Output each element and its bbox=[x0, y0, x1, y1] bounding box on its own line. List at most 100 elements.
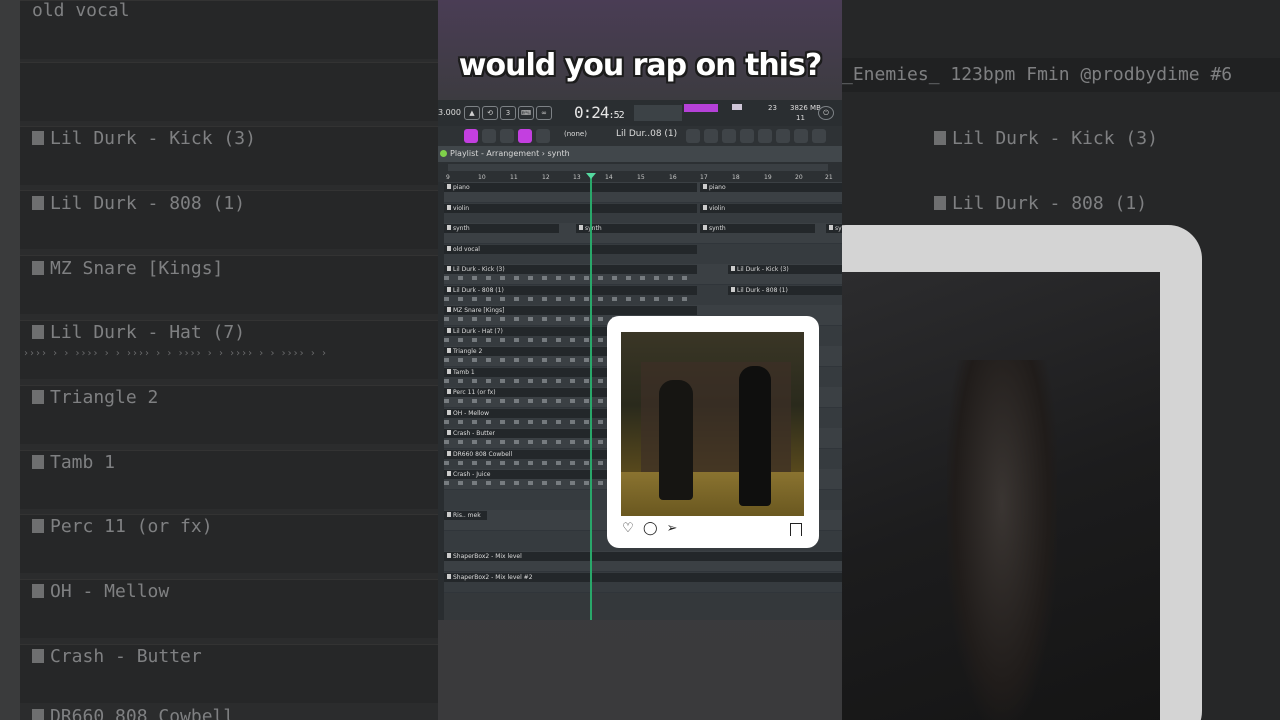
clip[interactable]: ShaperBox2 - Mix level bbox=[444, 552, 842, 561]
clip[interactable]: violin bbox=[700, 203, 842, 213]
mixer-icon[interactable] bbox=[704, 129, 718, 143]
clip-label: Crash - Butter bbox=[453, 430, 496, 437]
playlist-track[interactable]: violin violin bbox=[444, 202, 842, 224]
piano-roll-icon[interactable] bbox=[686, 129, 700, 143]
arrow-right-icon[interactable] bbox=[482, 129, 496, 143]
clip-label: piano bbox=[709, 184, 726, 191]
time-display[interactable]: 0:24:52 bbox=[574, 103, 625, 122]
share-icon[interactable]: ➢ bbox=[665, 522, 679, 536]
playlist-track[interactable]: Lil Durk - Kick (3) Lil Durk - Kick (3) bbox=[444, 264, 842, 285]
clip-icon bbox=[703, 204, 707, 210]
background-right: _Enemies_ 123bpm Fmin @prodbydime #6 Lil… bbox=[842, 0, 1280, 720]
bg-label: Lil Durk - 808 (1) bbox=[934, 193, 1147, 214]
snap-select[interactable]: (none) bbox=[564, 130, 587, 138]
pattern-select[interactable]: Lil Dur..08 (1) bbox=[616, 129, 677, 139]
plug-icon[interactable] bbox=[776, 129, 790, 143]
clip[interactable]: synth bbox=[576, 224, 697, 233]
clip-icon bbox=[579, 225, 583, 230]
clip-label: Lil Durk - Kick (3) bbox=[453, 266, 505, 273]
power-icon[interactable]: ⏻ bbox=[818, 106, 834, 120]
horizontal-scrollbar[interactable] bbox=[448, 164, 828, 171]
comment-icon[interactable]: ◯ bbox=[643, 522, 658, 536]
tempo-display[interactable]: 3.000 bbox=[438, 108, 461, 117]
clip[interactable]: Lil Durk - 808 (1) bbox=[444, 285, 697, 295]
clip[interactable]: Lil Durk - Kick (3) bbox=[728, 265, 842, 274]
clip[interactable]: piano bbox=[700, 183, 842, 192]
clip-icon bbox=[447, 409, 451, 415]
memory-readout: 3826 MB bbox=[790, 104, 821, 112]
typing-keyboard-icon[interactable]: ⌨ bbox=[518, 106, 534, 120]
clip-icon bbox=[703, 184, 707, 189]
clip-icon bbox=[447, 348, 451, 353]
clip[interactable]: Lil Durk - Kick (3) bbox=[444, 265, 697, 274]
bg-header: _Enemies_ 123bpm Fmin @prodbydime #6 bbox=[842, 64, 1233, 85]
clip[interactable]: MZ Snare [Kings] bbox=[444, 306, 697, 315]
clip-icon bbox=[447, 266, 451, 271]
clip-icon bbox=[447, 389, 451, 394]
clip[interactable]: ShaperBox2 - Mix level #2 bbox=[444, 572, 842, 582]
bar-number: 18 bbox=[732, 174, 740, 181]
clip-icon bbox=[731, 266, 735, 271]
playlist-track[interactable]: ShaperBox2 - Mix level #2 bbox=[444, 571, 842, 593]
step-icon[interactable]: 3 bbox=[500, 106, 516, 120]
clip[interactable]: old vocal bbox=[444, 244, 697, 254]
playlist-track[interactable]: synth synth synth synth bbox=[444, 223, 842, 244]
channel-rack-icon[interactable] bbox=[722, 129, 736, 143]
bg-label: Lil Durk - Kick (3) bbox=[934, 128, 1158, 149]
clip-icon bbox=[703, 225, 707, 230]
paint-icon[interactable] bbox=[518, 129, 532, 143]
loop-icon[interactable]: ⟲ bbox=[482, 106, 498, 120]
clip-icon bbox=[447, 245, 451, 251]
bookmark-icon[interactable] bbox=[790, 523, 802, 536]
clip[interactable]: synth bbox=[826, 224, 842, 233]
playhead-marker[interactable] bbox=[586, 173, 596, 179]
post-photo bbox=[621, 332, 804, 516]
left-edge-strip bbox=[0, 0, 20, 720]
oscilloscope bbox=[634, 105, 682, 121]
playlist-track[interactable]: old vocal bbox=[444, 243, 842, 265]
bar-number: 9 bbox=[446, 174, 450, 181]
playlist-track[interactable]: Lil Durk - 808 (1) Lil Durk - 808 (1) bbox=[444, 284, 842, 306]
plugin-icon[interactable] bbox=[758, 129, 772, 143]
tools-icon[interactable] bbox=[794, 129, 808, 143]
stamp-icon[interactable] bbox=[536, 129, 550, 143]
clip[interactable]: violin bbox=[444, 203, 697, 213]
clip-label: Tamb 1 bbox=[453, 368, 475, 376]
clip[interactable]: piano bbox=[444, 183, 697, 192]
clip[interactable]: synth bbox=[700, 224, 815, 233]
pencil-icon[interactable] bbox=[500, 129, 514, 143]
browser-icon[interactable] bbox=[740, 129, 754, 143]
clip-icon bbox=[447, 553, 451, 558]
playhead[interactable] bbox=[590, 174, 592, 620]
bg-label: OH - Mellow bbox=[32, 581, 169, 602]
playlist-icon[interactable] bbox=[464, 129, 478, 143]
clip-icon bbox=[447, 184, 451, 189]
metronome-icon[interactable]: ▲ bbox=[464, 106, 480, 120]
timeline-ruler[interactable]: 9 10 11 12 13 14 15 16 17 18 19 20 21 bbox=[438, 162, 842, 182]
playlist-track[interactable]: ShaperBox2 - Mix level bbox=[444, 551, 842, 572]
clip-label: synth bbox=[835, 225, 842, 232]
bar-number: 19 bbox=[764, 174, 772, 181]
peak-indicator bbox=[732, 104, 742, 110]
clip-label: OH - Mellow bbox=[453, 409, 489, 417]
bg-label: MZ Snare [Kings] bbox=[32, 258, 223, 279]
clip[interactable]: Ris.. mek bbox=[444, 511, 487, 520]
bg-label: Perc 11 (or fx) bbox=[32, 516, 213, 537]
clip-label: Triangle 2 bbox=[453, 348, 483, 355]
clip-icon bbox=[829, 225, 833, 230]
playlist-track[interactable]: piano piano bbox=[444, 182, 842, 203]
caption-text: would you rap on this? bbox=[458, 48, 822, 83]
bg-label: Tamb 1 bbox=[32, 452, 115, 473]
clip[interactable]: Lil Durk - 808 (1) bbox=[728, 285, 842, 295]
wait-icon[interactable]: ∞ bbox=[536, 106, 552, 120]
mic-icon[interactable] bbox=[812, 129, 826, 143]
polyphony-readout: 11 bbox=[796, 114, 805, 122]
clip-icon bbox=[447, 204, 451, 210]
clip-label: DR660 808 Cowbell bbox=[453, 450, 513, 458]
heart-icon[interactable]: ♡ bbox=[621, 522, 635, 536]
post-card[interactable]: ♡ ◯ ➢ bbox=[607, 316, 819, 548]
clip[interactable]: synth bbox=[444, 224, 559, 233]
clip-label: Lil Durk - 808 (1) bbox=[737, 286, 788, 294]
clip-label: Lil Durk - Hat (7) bbox=[453, 327, 503, 335]
clip-label: old vocal bbox=[453, 245, 480, 253]
